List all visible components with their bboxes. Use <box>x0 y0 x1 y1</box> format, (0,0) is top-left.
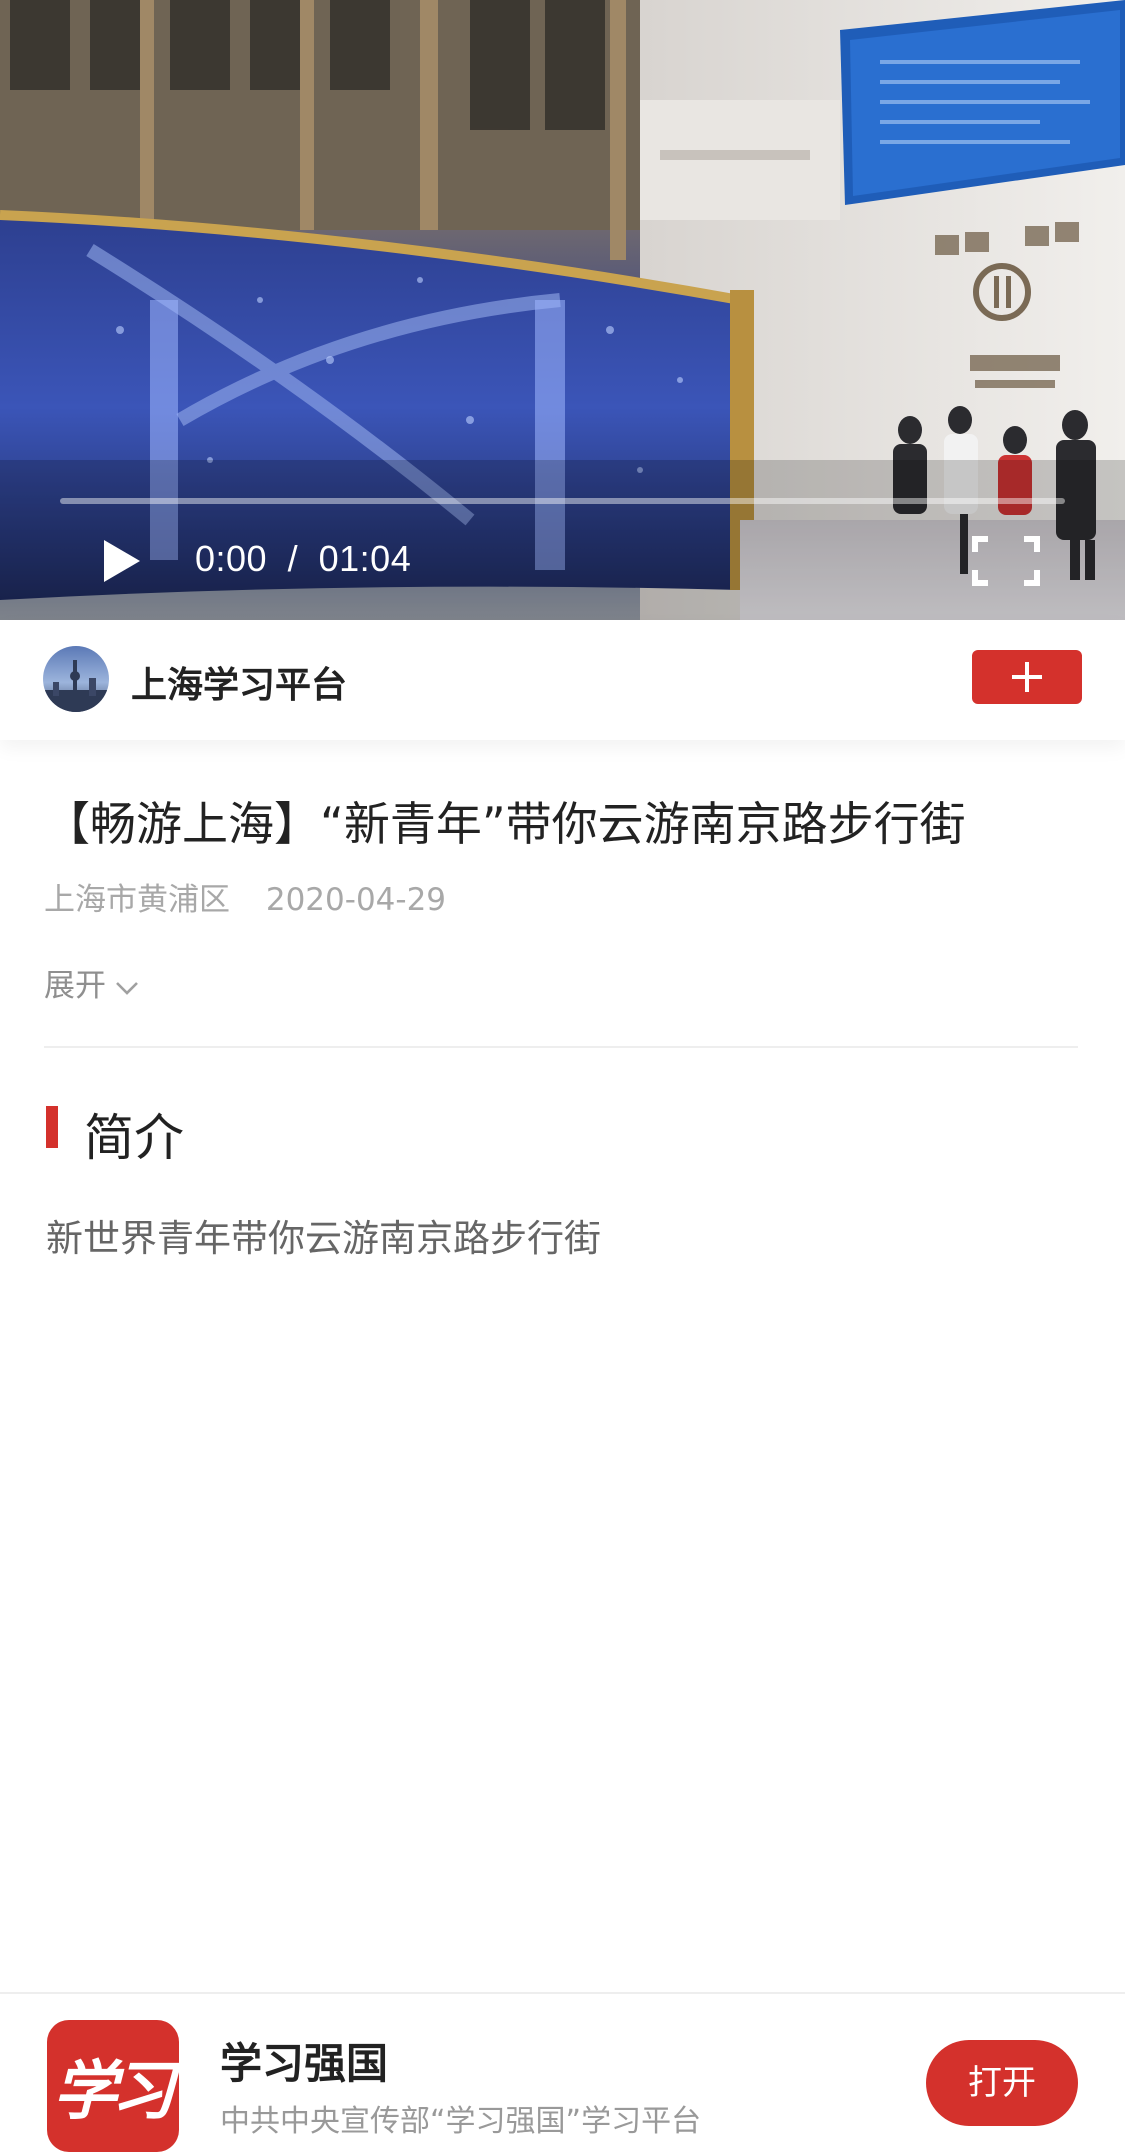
fullscreen-icon <box>972 536 1040 586</box>
article-date: 2020-04-29 <box>265 882 447 918</box>
app-subtitle: 中共中央宣传部“学习强国”学习平台 <box>220 2104 702 2139</box>
channel-bar: 上海学习平台 <box>0 620 1125 740</box>
intro-heading: 简介 <box>84 1109 184 1167</box>
avatar-image <box>43 660 109 712</box>
video-time: 0:00 / 01:04 <box>195 538 411 580</box>
app-logo: 学习 <box>47 2020 179 2152</box>
article-title: 【畅游上海】“新青年”带你云游南京路步行街 <box>44 797 966 851</box>
total-time: 01:04 <box>318 538 412 579</box>
intro-text: 新世界青年带你云游南京路步行街 <box>46 1217 601 1260</box>
video-frame <box>0 0 1125 620</box>
channel-name[interactable]: 上海学习平台 <box>131 656 347 708</box>
video-player[interactable]: 0:00 / 01:04 <box>0 0 1125 620</box>
video-progress-bar[interactable] <box>60 498 1065 504</box>
open-app-button[interactable]: 打开 <box>926 2040 1078 2126</box>
chevron-down-icon <box>116 981 138 995</box>
app-download-banner: 学习 学习强国 中共中央宣传部“学习强国”学习平台 打开 <box>0 1992 1125 2152</box>
play-button[interactable] <box>96 536 146 586</box>
app-logo-text: 学习 <box>53 2054 175 2129</box>
time-separator: / <box>287 538 299 579</box>
divider <box>44 1046 1078 1048</box>
current-time: 0:00 <box>195 538 268 579</box>
app-name: 学习强国 <box>220 2039 389 2088</box>
play-icon <box>104 540 140 582</box>
section-marker <box>46 1106 58 1148</box>
expand-toggle[interactable]: 展开 <box>44 960 140 1005</box>
channel-avatar[interactable] <box>43 646 109 712</box>
article-meta: 上海市黄浦区 2020-04-29 <box>44 874 472 919</box>
expand-label: 展开 <box>44 968 106 1004</box>
article-location: 上海市黄浦区 <box>44 882 230 918</box>
follow-button[interactable] <box>972 650 1082 704</box>
fullscreen-button[interactable] <box>972 536 1040 586</box>
